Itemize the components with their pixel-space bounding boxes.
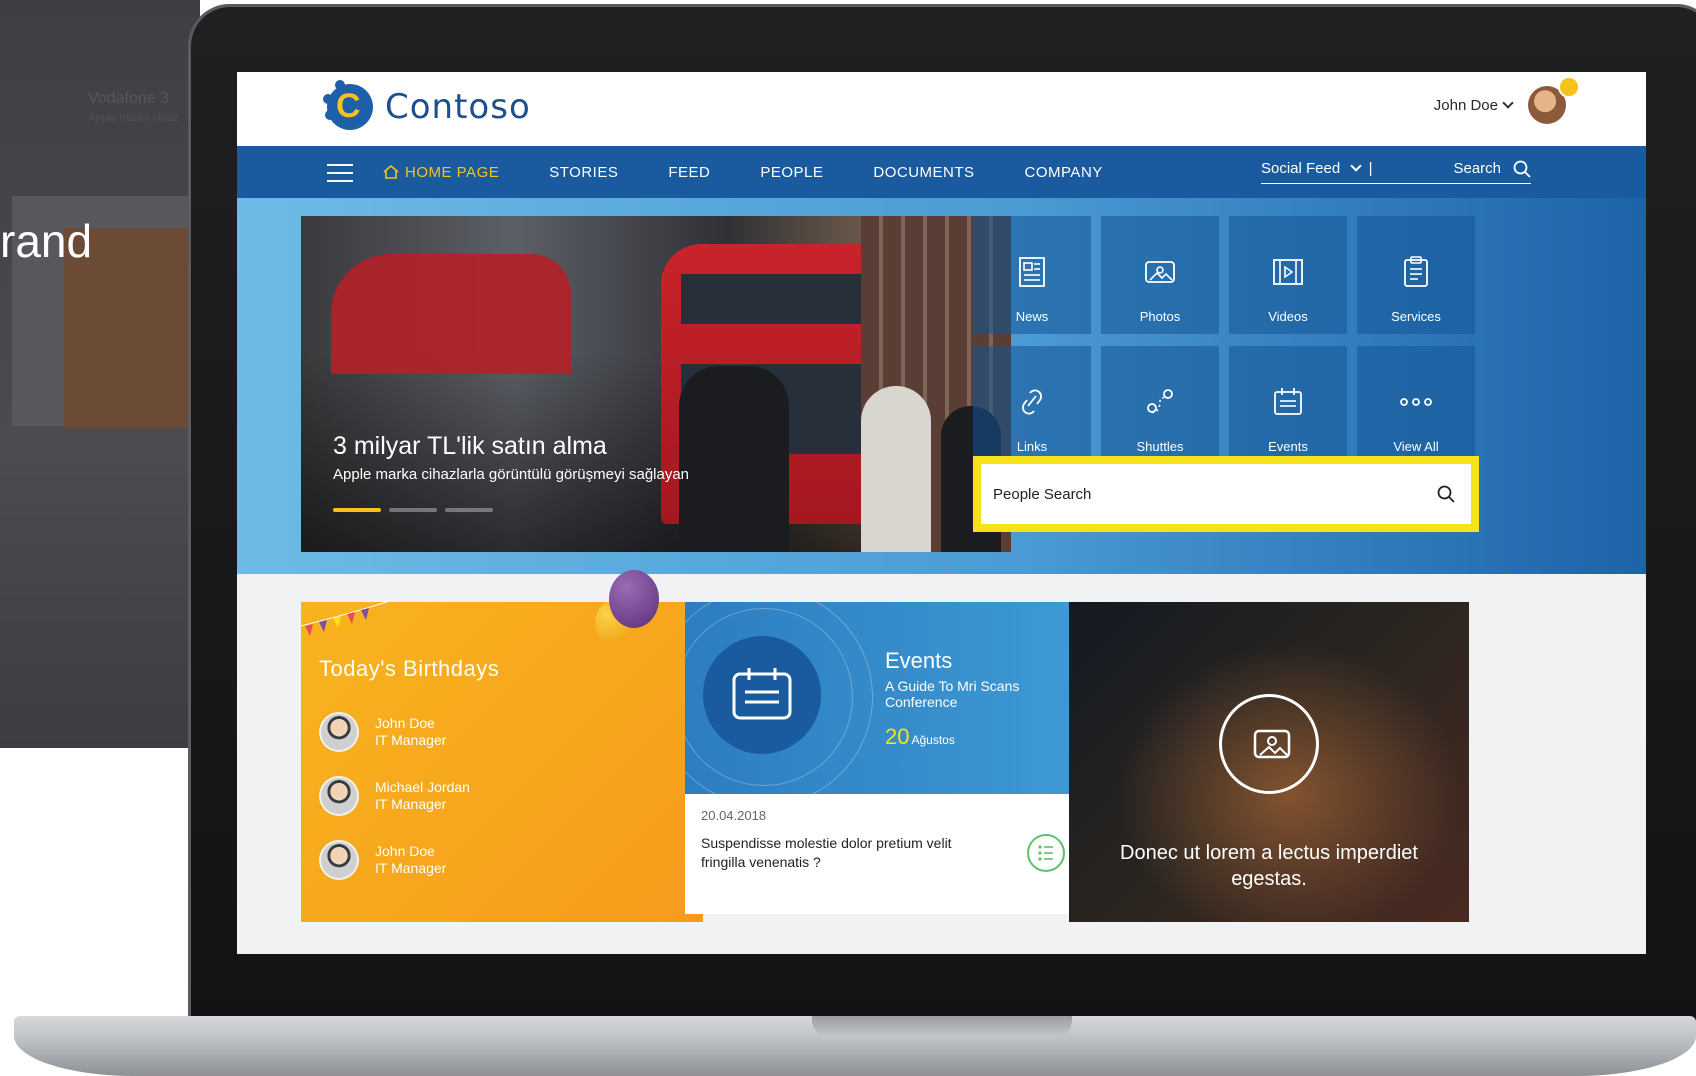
- newspaper-icon: [1019, 257, 1045, 287]
- events-month: Ağustos: [911, 733, 955, 747]
- user-menu[interactable]: John Doe: [1434, 76, 1580, 124]
- user-name: John Doe: [1434, 96, 1514, 114]
- avatar: [319, 840, 359, 880]
- tile-view-all[interactable]: View All: [1357, 346, 1475, 464]
- people-search-placeholder: People Search: [993, 485, 1092, 503]
- slider-title: 3 milyar TL'lik satın alma: [333, 432, 607, 460]
- social-feed-dropdown[interactable]: Social Feed |: [1261, 160, 1385, 184]
- nav-item-documents[interactable]: DOCUMENTS: [873, 164, 974, 181]
- background-brand-layer: rand: [0, 0, 200, 748]
- events-title: Events: [885, 648, 953, 673]
- slider-dot[interactable]: [389, 508, 437, 512]
- avatar: [319, 776, 359, 816]
- event-circle: [703, 636, 821, 754]
- calendar-icon: [732, 668, 792, 720]
- tile-label: Shuttles: [1136, 439, 1184, 454]
- tile-label: Videos: [1268, 309, 1308, 324]
- search-icon[interactable]: [1513, 160, 1531, 178]
- nav-item-home[interactable]: HOME PAGE: [383, 164, 499, 181]
- link-icon: [1022, 389, 1042, 415]
- birthday-person[interactable]: John Doe IT Manager: [319, 840, 446, 880]
- post-text: Suspendisse molestie dolor pretium velit…: [701, 835, 952, 870]
- nav-item-feed[interactable]: FEED: [668, 164, 710, 181]
- tile-links[interactable]: Links: [973, 346, 1091, 464]
- search-icon[interactable]: [1437, 485, 1455, 503]
- hamburger-menu-icon[interactable]: [327, 164, 353, 182]
- birthday-role: IT Manager: [375, 732, 447, 748]
- nav-item-company[interactable]: COMPANY: [1025, 164, 1103, 181]
- nav-item-people[interactable]: PEOPLE: [760, 164, 823, 181]
- laptop-notch: [812, 1016, 1072, 1038]
- bus-image: [331, 254, 571, 374]
- birthdays-title: Today's Birthdays: [319, 656, 500, 681]
- tile-label: News: [1015, 309, 1049, 324]
- bunting-icon: [301, 602, 388, 636]
- events-date: 20 Ağustos: [885, 724, 955, 750]
- chevron-down-icon: [1502, 96, 1514, 109]
- slider-dots: [333, 508, 493, 512]
- tile-label: Services: [1391, 309, 1441, 324]
- clipboard-icon: [1404, 256, 1428, 287]
- post-date: 20.04.2018: [701, 808, 767, 823]
- events-card[interactable]: Events A Guide To Mri Scans Conference 2…: [685, 602, 1085, 794]
- tile-label: Events: [1268, 439, 1308, 454]
- birthday-card: Today's Birthdays John Doe IT Manager Mi…: [301, 602, 703, 922]
- tile-videos[interactable]: Videos: [1229, 216, 1347, 334]
- tile-label: Links: [1016, 439, 1048, 454]
- tile-photos[interactable]: Photos: [1101, 216, 1219, 334]
- chevron-down-icon: [1350, 160, 1363, 172]
- gallery-caption: Donec ut lorem a lectus imperdiet egesta…: [1120, 842, 1418, 890]
- hero-slider[interactable]: 3 milyar TL'lik satın alma Apple marka c…: [301, 216, 1011, 552]
- logo[interactable]: C Contoso: [323, 80, 531, 130]
- person-image: [861, 386, 931, 552]
- tile-shuttles[interactable]: Shuttles: [1101, 346, 1219, 464]
- birthday-role: IT Manager: [375, 796, 447, 812]
- photo-icon: [1253, 729, 1291, 759]
- post-card[interactable]: 20.04.2018 Suspendisse molestie dolor pr…: [685, 794, 1085, 914]
- photo-icon: [1145, 261, 1175, 283]
- gallery-circle: [1219, 694, 1319, 794]
- list-icon[interactable]: [1027, 834, 1065, 872]
- events-day: 20: [885, 724, 910, 749]
- home-icon: [383, 165, 399, 179]
- nav-search[interactable]: Search: [1385, 160, 1531, 184]
- screen: C Contoso John Doe HOME PAGE STORIES FEE…: [237, 72, 1646, 954]
- nav-item-stories[interactable]: STORIES: [549, 164, 618, 181]
- birthday-name: Michael Jordan: [375, 779, 470, 795]
- slider-dot[interactable]: [445, 508, 493, 512]
- tile-services[interactable]: Services: [1357, 216, 1475, 334]
- slider-subtitle: Apple marka cihazlarla görüntülü görüşme…: [333, 466, 690, 483]
- video-icon: [1273, 259, 1303, 285]
- balloon-icon: [609, 570, 659, 628]
- app-name: Contoso: [385, 87, 531, 127]
- events-subtitle: A Guide To Mri Scans Conference: [885, 678, 1020, 710]
- logo-mark-icon: C: [323, 80, 373, 130]
- avatar: [319, 712, 359, 752]
- tile-label: Photos: [1139, 309, 1181, 324]
- tile-label: View All: [1393, 439, 1439, 454]
- birthday-role: IT Manager: [375, 860, 447, 876]
- avatar[interactable]: [1528, 76, 1580, 124]
- person-image: [679, 366, 789, 552]
- notification-bell-icon[interactable]: [1558, 76, 1580, 98]
- main-nav: HOME PAGE STORIES FEED PEOPLE DOCUMENTS …: [237, 146, 1646, 198]
- birthday-name: John Doe: [375, 843, 435, 859]
- people-search-input[interactable]: People Search: [981, 464, 1471, 524]
- route-icon: [1147, 389, 1173, 414]
- birthday-person[interactable]: Michael Jordan IT Manager: [319, 776, 470, 816]
- birthday-person[interactable]: John Doe IT Manager: [319, 712, 446, 752]
- tile-events[interactable]: Events: [1229, 346, 1347, 464]
- people-search: People Search: [973, 456, 1479, 532]
- more-icon: [1400, 398, 1432, 406]
- tile-news[interactable]: News: [973, 216, 1091, 334]
- birthday-name: John Doe: [375, 715, 435, 731]
- top-header: C Contoso John Doe: [237, 72, 1646, 146]
- slider-dot-active[interactable]: [333, 508, 381, 512]
- background-brand-text: rand: [0, 215, 93, 267]
- gallery-card[interactable]: Donec ut lorem a lectus imperdiet egesta…: [1069, 602, 1469, 922]
- calendar-icon: [1274, 388, 1302, 415]
